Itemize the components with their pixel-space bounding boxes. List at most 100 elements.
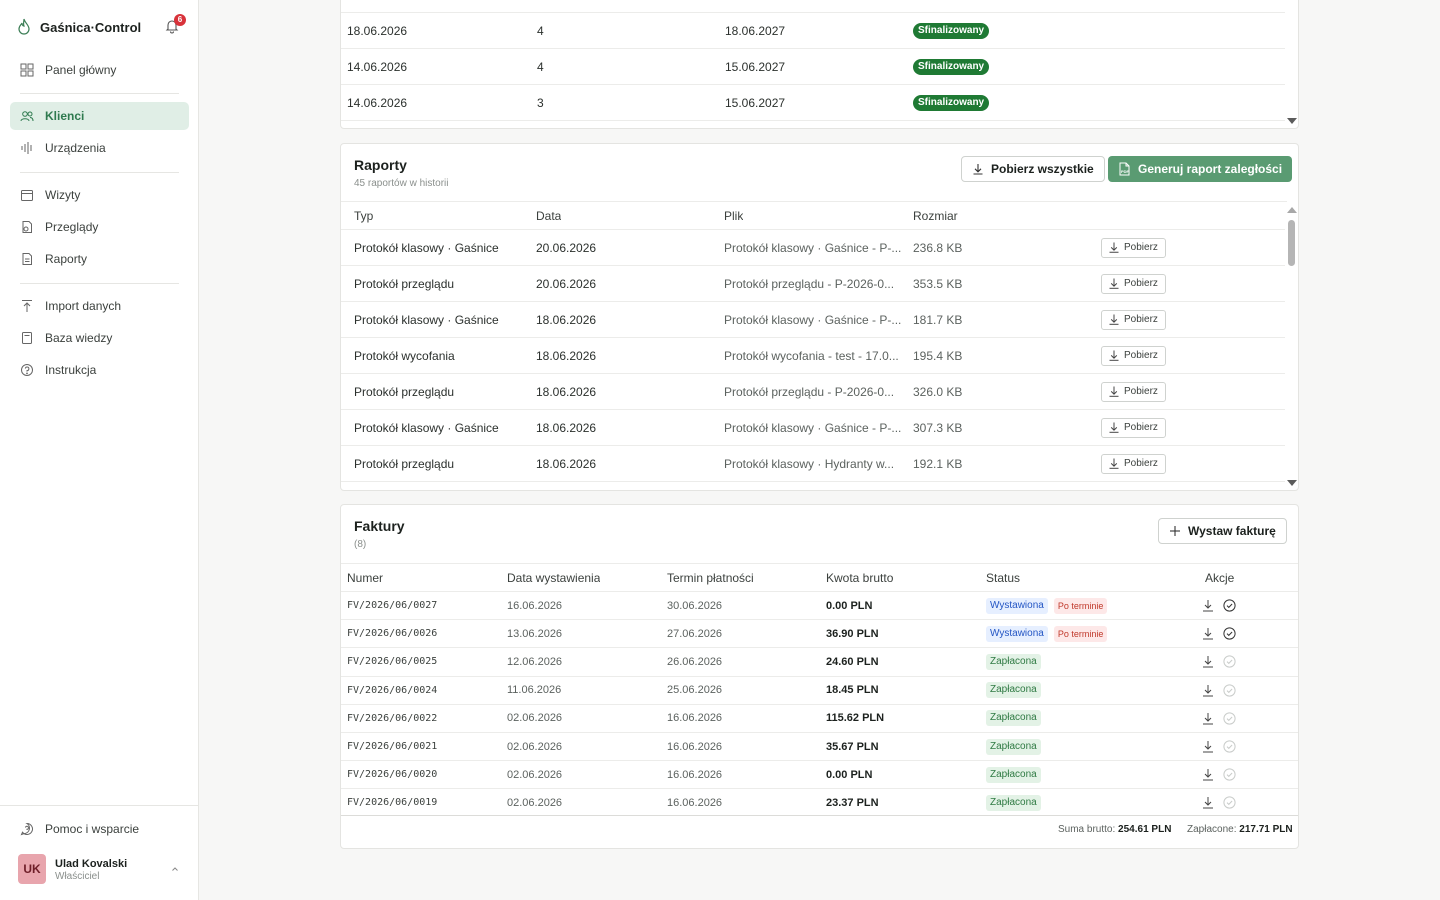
column-actions: Akcje <box>1205 570 1235 585</box>
status-badge: Zapłacona <box>986 710 1041 727</box>
generate-report-button[interactable]: PDF Generuj raport zaległości <box>1108 156 1293 182</box>
table-row[interactable]: FV/2026/06/0027 16.06.2026 30.06.2026 0.00 … <box>341 591 1298 619</box>
report-date: 20.06.2026 <box>536 276 597 291</box>
invoices-table-header: Numer Data wystawienia Termin płatności … <box>341 563 1298 591</box>
check-circle-icon[interactable] <box>1223 683 1236 697</box>
scroll-thumb[interactable] <box>1288 220 1295 266</box>
table-row[interactable]: 18.06.2026 4 18.06.2027 Sfinalizowany <box>341 12 1285 48</box>
download-all-button[interactable]: Pobierz wszystkie <box>961 156 1105 182</box>
paid-total-value: 217.71 PLN <box>1239 824 1293 835</box>
table-row[interactable]: 14.06.2026 4 15.06.2027 Sfinalizowany <box>341 48 1285 84</box>
table-row[interactable]: Protokół klasowy · Gaśnice 18.06.2026 Prot… <box>341 301 1285 337</box>
download-icon <box>1109 458 1119 469</box>
sidebar-item-instrukcja[interactable]: Instrukcja <box>10 356 189 384</box>
download-icon <box>1109 386 1119 397</box>
reports-table-header: Typ Data Plik Rozmiar <box>341 201 1287 229</box>
report-size: 195.4 KB <box>913 348 963 363</box>
download-button[interactable]: Pobierz <box>1101 345 1166 366</box>
check-circle-icon[interactable] <box>1223 740 1236 753</box>
table-row[interactable]: FV/2026/06/0025 12.06.2026 26.06.2026 24.60… <box>341 647 1298 675</box>
invoice-issued: 02.06.2026 <box>507 796 563 809</box>
check-circle-icon[interactable] <box>1223 768 1236 781</box>
reports-scrollbar[interactable] <box>1286 218 1296 478</box>
table-row[interactable]: Protokół przeglądu 20.06.2026 Protokół prz… <box>341 265 1285 301</box>
table-row[interactable]: Protokół klasowy · Gaśnice 18.06.2026 Prot… <box>341 409 1285 445</box>
table-row[interactable]: FV/2026/06/0021 02.06.2026 16.06.2026 35.67… <box>341 732 1298 760</box>
invoice-number[interactable]: FV/2026/06/0024 <box>347 677 437 704</box>
sidebar-item-import[interactable]: Import danych <box>10 292 189 320</box>
download-label: Pobierz <box>1124 386 1158 397</box>
table-row[interactable]: Protokół wycofania 18.06.2026 Protokół wyc… <box>341 337 1285 373</box>
table-row[interactable]: FV/2026/06/0024 11.06.2026 25.06.2026 18.45… <box>341 675 1298 704</box>
brand[interactable]: Gaśnica·Control <box>16 17 141 37</box>
check-circle-icon[interactable] <box>1223 655 1236 668</box>
sidebar-item-label: Raporty <box>45 252 88 266</box>
download-button[interactable]: Pobierz <box>1101 237 1166 258</box>
invoice-issued: 02.06.2026 <box>507 712 563 725</box>
scroll-down-icon[interactable] <box>1287 118 1297 124</box>
scroll-up-icon[interactable] <box>1287 207 1297 213</box>
download-button[interactable]: Pobierz <box>1101 453 1166 474</box>
download-button[interactable]: Pobierz <box>1101 273 1166 294</box>
sidebar-item-wizyty[interactable]: Wizyty <box>10 181 189 209</box>
sidebar-item-urzadzenia[interactable]: Urządzenia <box>10 134 189 162</box>
issue-invoice-button[interactable]: Wystaw fakturę <box>1158 518 1287 544</box>
sidebar-item-przeglady[interactable]: Przeglądy <box>10 213 189 241</box>
avatar[interactable]: UK <box>18 854 46 884</box>
table-row[interactable]: Protokół przeglądu 18.06.2026 Protokół prz… <box>341 373 1285 409</box>
sidebar-item-label: Urządzenia <box>45 141 106 155</box>
download-icon[interactable] <box>1202 684 1214 697</box>
invoice-number[interactable]: FV/2026/06/0026 <box>347 620 437 647</box>
sidebar-item-panel[interactable]: Panel główny <box>10 56 189 84</box>
invoice-amount: 115.62 PLN <box>826 712 885 725</box>
invoice-number[interactable]: FV/2026/06/0021 <box>347 733 437 760</box>
check-circle-icon[interactable] <box>1223 599 1236 612</box>
table-row[interactable]: FV/2026/06/0026 13.06.2026 27.06.2026 36.90… <box>341 619 1298 647</box>
download-icon[interactable] <box>1202 655 1214 668</box>
support-link[interactable]: Pomoc i wsparcie <box>10 815 189 843</box>
report-type: Protokół klasowy · Gaśnice <box>354 312 499 327</box>
download-button[interactable]: Pobierz <box>1101 381 1166 402</box>
report-type: Protokół przeglądu <box>354 384 455 399</box>
report-type: Protokół przeglądu <box>354 276 455 291</box>
table-row[interactable]: Protokół przeglądu 18.06.2026 Protokół kla… <box>341 445 1285 481</box>
invoice-number[interactable]: FV/2026/06/0027 <box>347 592 437 619</box>
invoice-amount: 35.67 PLN <box>826 740 879 753</box>
invoice-number[interactable]: FV/2026/06/0019 <box>347 789 437 816</box>
download-icon[interactable] <box>1202 599 1214 612</box>
invoices-count: (8) <box>354 539 367 550</box>
invoice-issued: 13.06.2026 <box>507 627 563 640</box>
status-badge: Zapłacona <box>986 766 1041 783</box>
invoice-number[interactable]: FV/2026/06/0020 <box>347 761 437 788</box>
chevron-up-icon[interactable] <box>171 865 179 873</box>
download-icon[interactable] <box>1202 796 1214 809</box>
sidebar: Gaśnica·Control 6 Panel główny Klienci U… <box>0 0 199 900</box>
download-icon[interactable] <box>1202 768 1214 781</box>
invoice-number[interactable]: FV/2026/06/0022 <box>347 705 437 732</box>
table-row[interactable]: 14.06.2026 3 15.06.2027 Sfinalizowany <box>341 84 1285 120</box>
table-row[interactable]: Protokół klasowy · Gaśnice 20.06.2026 Prot… <box>341 229 1285 265</box>
plus-icon <box>1170 526 1180 536</box>
column-date: Data <box>536 208 562 223</box>
download-button[interactable]: Pobierz <box>1101 417 1166 438</box>
invoice-number[interactable]: FV/2026/06/0025 <box>347 648 437 675</box>
scroll-down-icon[interactable] <box>1287 480 1297 486</box>
sidebar-item-klienci[interactable]: Klienci <box>10 102 189 130</box>
check-circle-icon[interactable] <box>1223 712 1236 725</box>
download-button[interactable]: Pobierz <box>1101 309 1166 330</box>
check-circle-icon[interactable] <box>1223 796 1236 809</box>
download-icon[interactable] <box>1202 712 1214 725</box>
check-circle-icon[interactable] <box>1223 627 1236 640</box>
table-row[interactable]: FV/2026/06/0022 02.06.2026 16.06.2026 115.6… <box>341 703 1298 732</box>
download-icon[interactable] <box>1202 740 1214 753</box>
table-row[interactable]: FV/2026/06/0020 02.06.2026 16.06.2026 0.00 … <box>341 760 1298 788</box>
nav-divider <box>20 93 179 94</box>
sidebar-item-raporty[interactable]: Raporty <box>10 245 189 273</box>
download-icon <box>1109 278 1119 289</box>
table-row[interactable]: FV/2026/06/0019 02.06.2026 16.06.2026 23.37… <box>341 788 1298 816</box>
report-type: Protokół przeglądu <box>354 456 455 471</box>
sidebar-item-baza-wiedzy[interactable]: Baza wiedzy <box>10 324 189 352</box>
download-icon[interactable] <box>1202 627 1214 640</box>
gross-total-value: 254.61 PLN <box>1118 824 1172 835</box>
download-icon <box>1109 242 1119 253</box>
